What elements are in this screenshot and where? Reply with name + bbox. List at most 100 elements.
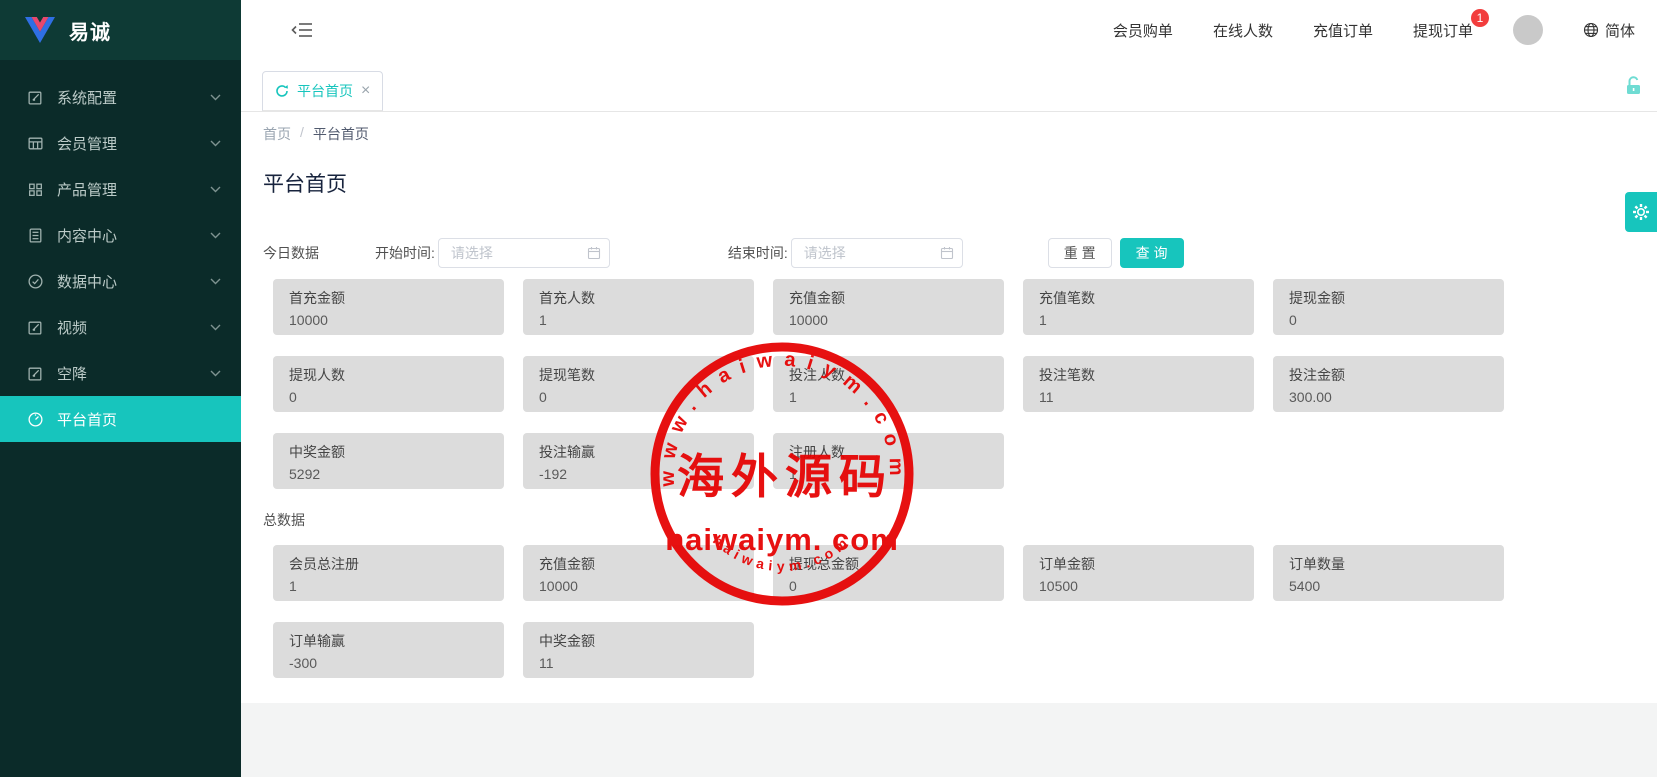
avatar[interactable] bbox=[1513, 15, 1543, 45]
grid-icon bbox=[27, 181, 44, 198]
chevron-down-icon bbox=[210, 370, 221, 377]
stat-label: 订单金额 bbox=[1039, 554, 1238, 574]
stat-label: 充值金额 bbox=[789, 288, 988, 308]
sidebar-item-product-management[interactable]: 产品管理 bbox=[0, 166, 241, 212]
stat-label: 注册人数 bbox=[789, 442, 988, 462]
stat-card: 充值金额 10000 bbox=[523, 545, 754, 601]
sidebar-item-data-center[interactable]: 数据中心 bbox=[0, 258, 241, 304]
stat-value: -192 bbox=[539, 466, 738, 482]
stat-value: 10000 bbox=[789, 312, 988, 328]
stat-value: 1 bbox=[539, 312, 738, 328]
language-label: 简体 bbox=[1605, 20, 1635, 41]
unlock-icon bbox=[1624, 75, 1643, 96]
filter-bar: 今日数据 开始时间: 结束时间: 重 置 查 询 bbox=[263, 238, 1657, 268]
sidebar-item-label: 数据中心 bbox=[57, 271, 210, 292]
sidebar-item-airdrop[interactable]: 空降 bbox=[0, 350, 241, 396]
tab-platform-home[interactable]: 平台首页 × bbox=[262, 71, 383, 111]
notification-badge: 1 bbox=[1471, 9, 1489, 27]
topbar: 会员购单 在线人数 充值订单 提现订单 1 简体 bbox=[241, 0, 1657, 60]
chevron-down-icon bbox=[210, 186, 221, 193]
stat-value: 11 bbox=[539, 655, 738, 671]
stat-value: -300 bbox=[289, 655, 488, 671]
stat-card: 订单数量 5400 bbox=[1273, 545, 1504, 601]
stat-value: 10000 bbox=[539, 578, 738, 594]
edit-square-icon bbox=[27, 365, 44, 382]
chevron-down-icon bbox=[210, 94, 221, 101]
stat-card: 提现人数0 bbox=[273, 356, 504, 412]
lock-button[interactable] bbox=[1624, 75, 1643, 99]
page-content: 首页 / 平台首页 平台首页 今日数据 开始时间: 结束时间: bbox=[241, 112, 1657, 703]
stat-value: 1 bbox=[789, 389, 988, 405]
sidebar-item-label: 会员管理 bbox=[57, 133, 210, 154]
nav-withdraw-orders[interactable]: 提现订单 1 bbox=[1413, 20, 1473, 41]
stat-value: 0 bbox=[789, 578, 988, 594]
settings-fab-button[interactable] bbox=[1625, 192, 1657, 232]
start-date-picker bbox=[438, 238, 610, 268]
sidebar-item-label: 系统配置 bbox=[57, 87, 210, 108]
stat-label: 提现金额 bbox=[1289, 288, 1488, 308]
breadcrumb-home[interactable]: 首页 bbox=[263, 124, 291, 144]
query-button[interactable]: 查 询 bbox=[1120, 238, 1184, 268]
refresh-icon[interactable] bbox=[275, 84, 289, 98]
stat-card: 中奖金额5292 bbox=[273, 433, 504, 489]
tab-bar: 平台首页 × bbox=[241, 60, 1657, 112]
end-time-label: 结束时间: bbox=[728, 243, 788, 263]
sidebar-menu: 系统配置 会员管理 产品管理 内容 bbox=[0, 60, 241, 442]
sidebar-item-platform-home[interactable]: 平台首页 bbox=[0, 396, 241, 442]
sidebar-item-member-management[interactable]: 会员管理 bbox=[0, 120, 241, 166]
brand: 易诚 bbox=[0, 0, 241, 60]
stat-card: 注册人数1 bbox=[773, 433, 1004, 489]
topnav: 会员购单 在线人数 充值订单 提现订单 1 简体 bbox=[1113, 15, 1635, 45]
table-icon bbox=[27, 135, 44, 152]
sidebar-item-label: 平台首页 bbox=[57, 409, 221, 430]
stat-value: 5400 bbox=[1289, 578, 1488, 594]
reset-button[interactable]: 重 置 bbox=[1048, 238, 1112, 268]
total-section-label: 总数据 bbox=[263, 510, 1657, 530]
sidebar-item-label: 产品管理 bbox=[57, 179, 210, 200]
sidebar-item-label: 空降 bbox=[57, 363, 210, 384]
start-date-input[interactable] bbox=[438, 238, 610, 268]
stat-value: 10500 bbox=[1039, 578, 1238, 594]
stat-value: 0 bbox=[289, 389, 488, 405]
edit-square-icon bbox=[27, 89, 44, 106]
nav-member-orders[interactable]: 会员购单 bbox=[1113, 20, 1173, 41]
stat-card: 首充人数 1 bbox=[523, 279, 754, 335]
chevron-down-icon bbox=[210, 232, 221, 239]
tab-label: 平台首页 bbox=[297, 81, 353, 101]
stat-card: 提现总金额0 bbox=[773, 545, 1004, 601]
app-root: 易诚 系统配置 会员管理 产品管理 bbox=[0, 0, 1657, 777]
page-title: 平台首页 bbox=[263, 168, 1657, 198]
stat-card: 会员总注册1 bbox=[273, 545, 504, 601]
stat-label: 投注输赢 bbox=[539, 442, 738, 462]
sidebar-item-label: 视频 bbox=[57, 317, 210, 338]
stat-label: 中奖金额 bbox=[289, 442, 488, 462]
edit-square-icon bbox=[27, 319, 44, 336]
nav-online-users[interactable]: 在线人数 bbox=[1213, 20, 1273, 41]
close-icon[interactable]: × bbox=[361, 83, 370, 99]
stat-label: 首充人数 bbox=[539, 288, 738, 308]
stat-label: 订单数量 bbox=[1289, 554, 1488, 574]
breadcrumb-separator: / bbox=[300, 124, 304, 144]
today-stats-grid: 首充金额10000 首充人数 1 充值金额 10000 充值笔数 1 提现金额 0 提现… bbox=[273, 279, 1657, 489]
sidebar-item-system-config[interactable]: 系统配置 bbox=[0, 74, 241, 120]
nav-recharge-orders[interactable]: 充值订单 bbox=[1313, 20, 1373, 41]
language-switcher[interactable]: 简体 bbox=[1583, 20, 1635, 41]
chevron-down-icon bbox=[210, 278, 221, 285]
stat-card: 提现笔数0 bbox=[523, 356, 754, 412]
circle-check-icon bbox=[27, 273, 44, 290]
stat-label: 充值笔数 bbox=[1039, 288, 1238, 308]
stat-card: 首充金额10000 bbox=[273, 279, 504, 335]
sidebar-collapse-button[interactable] bbox=[287, 17, 317, 43]
start-time-label: 开始时间: bbox=[375, 243, 435, 263]
sidebar-item-content-center[interactable]: 内容中心 bbox=[0, 212, 241, 258]
stat-label: 充值金额 bbox=[539, 554, 738, 574]
stat-label: 投注笔数 bbox=[1039, 365, 1238, 385]
sidebar-item-video[interactable]: 视频 bbox=[0, 304, 241, 350]
stat-label: 首充金额 bbox=[289, 288, 488, 308]
end-date-input[interactable] bbox=[791, 238, 963, 268]
stat-card: 投注笔数11 bbox=[1023, 356, 1254, 412]
stat-value: 1 bbox=[1039, 312, 1238, 328]
stat-value: 0 bbox=[539, 389, 738, 405]
main-area: 会员购单 在线人数 充值订单 提现订单 1 简体 bbox=[241, 0, 1657, 777]
dashboard-icon bbox=[27, 411, 44, 428]
